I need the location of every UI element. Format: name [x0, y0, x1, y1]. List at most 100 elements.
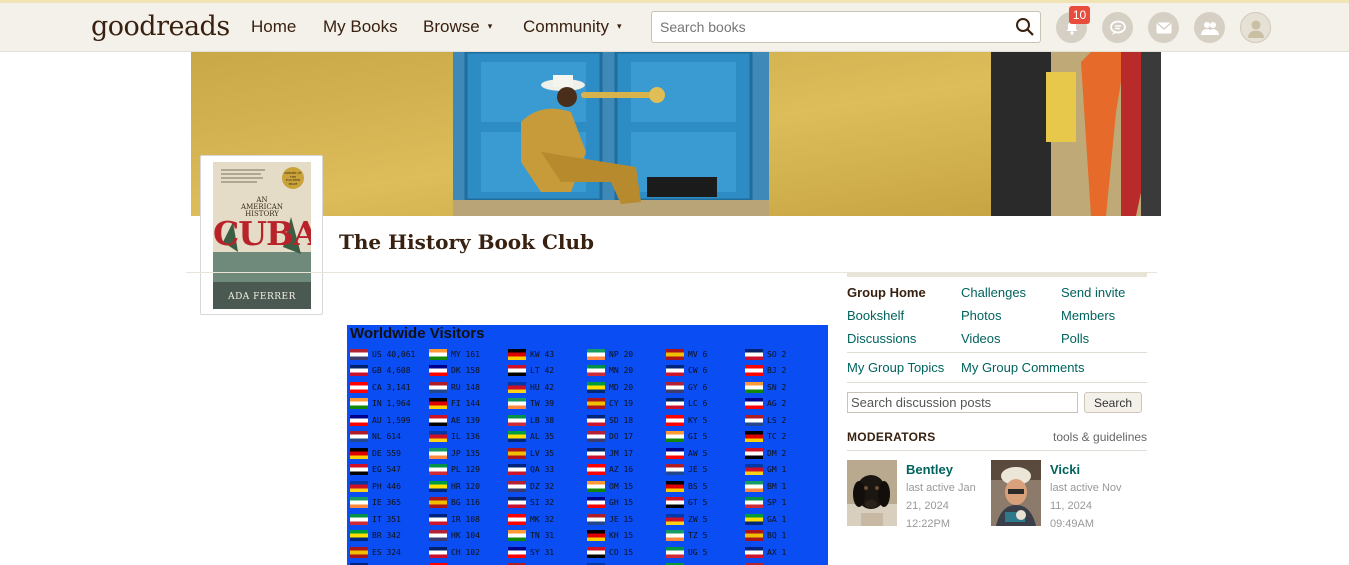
- visitor-country-row: AU 1,599: [350, 412, 428, 429]
- visitor-country-row: IN 1,964: [350, 396, 428, 413]
- country-flag-icon: [745, 415, 763, 426]
- discussions-button[interactable]: [1102, 12, 1133, 43]
- sidebar-item-videos[interactable]: Videos: [961, 331, 1001, 346]
- visitor-country-row: CW 6: [666, 363, 744, 380]
- visitor-country-row: MY 161: [429, 346, 507, 363]
- visitor-country-count: RU 148: [451, 383, 480, 392]
- visitor-country-count: DE 559: [372, 449, 401, 458]
- country-flag-icon: [587, 448, 605, 459]
- moderator-avatar-vicki[interactable]: [991, 460, 1041, 526]
- sidebar-item-bookshelf[interactable]: Bookshelf: [847, 308, 904, 323]
- country-flag-icon: [745, 464, 763, 475]
- visitor-country-row: JE 15: [587, 511, 665, 528]
- nav-community[interactable]: Community▾: [523, 17, 622, 37]
- profile-avatar-button[interactable]: [1240, 12, 1271, 43]
- visitor-country-row: NZ 322: [350, 561, 428, 565]
- group-cover-frame: WINNER OF THE PULITZER PRIZE AN AMERICAN…: [200, 155, 323, 315]
- visitor-country-count: MD 20: [609, 383, 633, 392]
- goodreads-logo[interactable]: goodreads: [91, 11, 230, 42]
- visitor-country-row: DK 158: [429, 363, 507, 380]
- moderator-name-bentley[interactable]: Bentley: [906, 462, 953, 477]
- country-flag-icon: [508, 530, 526, 541]
- visitor-country-row: AG 2: [745, 396, 823, 413]
- visitor-country-count: LC 6: [688, 399, 707, 408]
- country-flag-icon: [350, 481, 368, 492]
- sidebar-item-members[interactable]: Members: [1061, 308, 1115, 323]
- visitor-country-count: PL 129: [451, 465, 480, 474]
- visitor-country-row: IT 351: [350, 511, 428, 528]
- sidebar-item-group-home[interactable]: Group Home: [847, 285, 926, 300]
- country-flag-icon: [666, 514, 684, 525]
- visitor-country-count: NL 614: [372, 432, 401, 441]
- visitor-country-count: QA 33: [530, 465, 554, 474]
- visitor-country-row: HU 42: [508, 379, 586, 396]
- friends-button[interactable]: [1194, 12, 1225, 43]
- sidebar-item-photos[interactable]: Photos: [961, 308, 1001, 323]
- country-flag-icon: [587, 497, 605, 508]
- search-icon[interactable]: [1015, 17, 1035, 37]
- visitor-country-count: JE 5: [688, 465, 707, 474]
- country-flag-icon: [350, 365, 368, 376]
- country-flag-icon: [350, 464, 368, 475]
- visitor-country-count: OM 15: [609, 482, 633, 491]
- sidebar-item-challenges[interactable]: Challenges: [961, 285, 1026, 300]
- nav-home[interactable]: Home: [251, 17, 296, 37]
- visitors-column: US 40,061GB 4,608CA 3,141IN 1,964AU 1,59…: [350, 346, 428, 565]
- country-flag-icon: [587, 530, 605, 541]
- visitor-country-row: JE 5: [666, 462, 744, 479]
- visitor-country-row: KH 15: [587, 528, 665, 545]
- discussion-search-input[interactable]: [847, 392, 1078, 413]
- search-input[interactable]: [652, 12, 992, 42]
- sidebar-item-polls[interactable]: Polls: [1061, 331, 1089, 346]
- country-flag-icon: [350, 398, 368, 409]
- visitor-country-count: IT 351: [372, 515, 401, 524]
- nav-browse[interactable]: Browse▾: [423, 17, 492, 37]
- group-book-cover[interactable]: WINNER OF THE PULITZER PRIZE AN AMERICAN…: [213, 162, 311, 309]
- visitor-country-count: IN 1,964: [372, 399, 411, 408]
- country-flag-icon: [666, 398, 684, 409]
- visitor-country-row: LS 2: [745, 412, 823, 429]
- visitor-country-row: DO 17: [587, 429, 665, 446]
- visitor-country-row: MV 6: [666, 346, 744, 363]
- visitor-country-count: TW 39: [530, 399, 554, 408]
- country-flag-icon: [429, 547, 447, 558]
- sidebar-item-discussions[interactable]: Discussions: [847, 331, 916, 346]
- tools-guidelines-link[interactable]: tools & guidelines: [1053, 430, 1147, 444]
- visitor-country-count: CW 6: [688, 366, 707, 375]
- moderator-name-vicki[interactable]: Vicki: [1050, 462, 1080, 477]
- messages-button[interactable]: [1148, 12, 1179, 43]
- nav-my-books[interactable]: My Books: [323, 17, 398, 37]
- country-flag-icon: [429, 365, 447, 376]
- sidebar-item-send-invite[interactable]: Send invite: [1061, 285, 1125, 300]
- visitor-country-count: GA 1: [767, 515, 786, 524]
- visitor-country-row: NL 614: [350, 429, 428, 446]
- nav-home-label: Home: [251, 17, 296, 36]
- visitors-column: SO 2BJ 2SN 2AG 2LS 2TC 2DM 2GM 1BM 1SP 1…: [745, 346, 823, 565]
- discussion-search-button[interactable]: Search: [1084, 392, 1142, 413]
- visitor-country-count: MN 20: [609, 366, 633, 375]
- moderator-avatar-bentley[interactable]: [847, 460, 897, 526]
- visitor-country-row: AW 5: [666, 445, 744, 462]
- my-group-topics-link[interactable]: My Group Topics: [847, 360, 944, 375]
- country-flag-icon: [429, 382, 447, 393]
- visitor-country-row: AE 139: [429, 412, 507, 429]
- visitor-country-count: SY 31: [530, 548, 554, 557]
- worldwide-visitors-widget[interactable]: Worldwide Visitors US 40,061GB 4,608CA 3…: [347, 325, 828, 565]
- visitor-country-count: EG 547: [372, 465, 401, 474]
- visitor-country-row: BS 5: [666, 478, 744, 495]
- group-title: The History Book Club: [339, 230, 594, 254]
- visitor-country-count: TZ 5: [688, 531, 707, 540]
- country-flag-icon: [666, 382, 684, 393]
- visitor-country-row: GH 15: [587, 495, 665, 512]
- my-group-comments-link[interactable]: My Group Comments: [961, 360, 1085, 375]
- country-flag-icon: [587, 415, 605, 426]
- nav-my-books-label: My Books: [323, 17, 398, 36]
- visitor-country-row: BR 342: [350, 528, 428, 545]
- country-flag-icon: [508, 514, 526, 525]
- sidebar-top-rule: [847, 272, 1147, 277]
- visitor-country-count: LT 42: [530, 366, 554, 375]
- visitor-country-row: NG 30: [508, 561, 586, 565]
- visitor-country-count: IE 365: [372, 498, 401, 507]
- visitor-country-row: OM 15: [587, 478, 665, 495]
- visitor-country-count: GT 5: [688, 498, 707, 507]
